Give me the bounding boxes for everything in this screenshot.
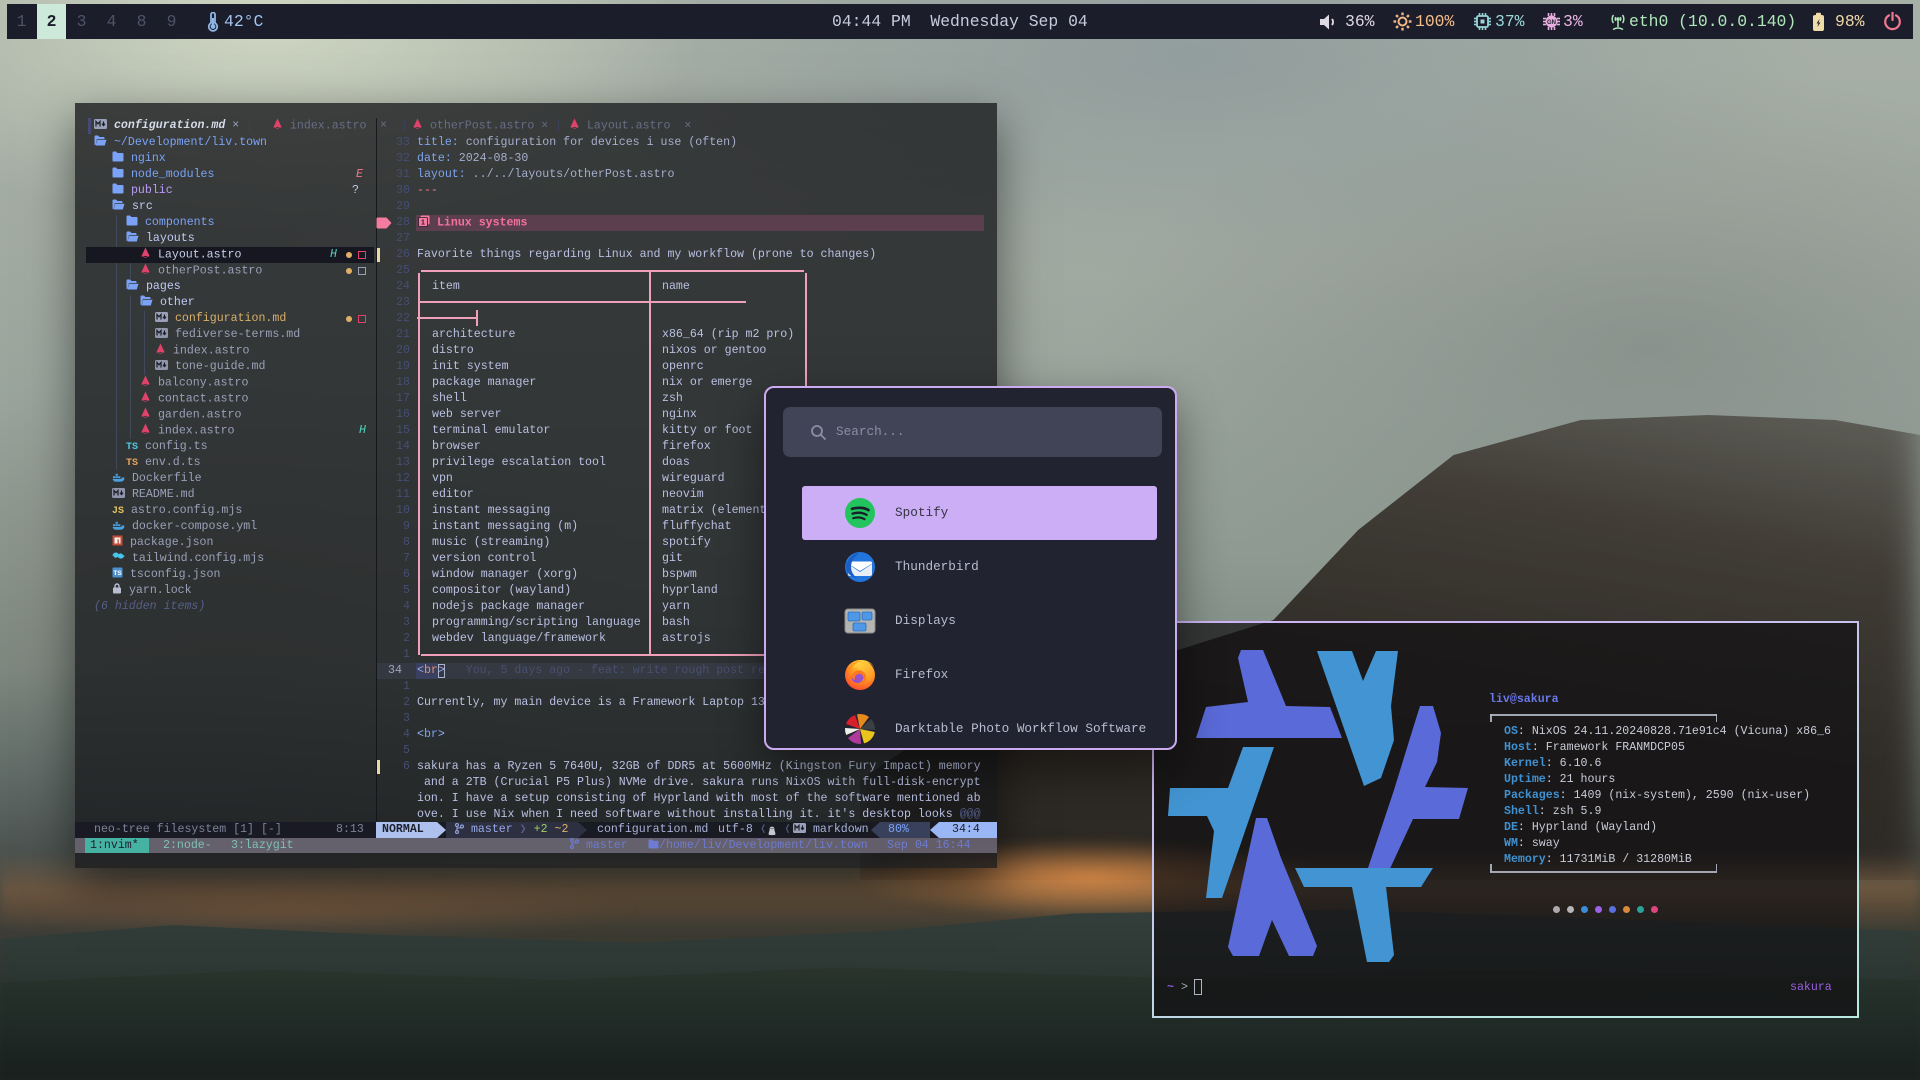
svg-text:1: 1	[421, 220, 425, 227]
svg-text:TS: TS	[113, 570, 122, 577]
svg-text:GN: GN	[1547, 20, 1556, 26]
